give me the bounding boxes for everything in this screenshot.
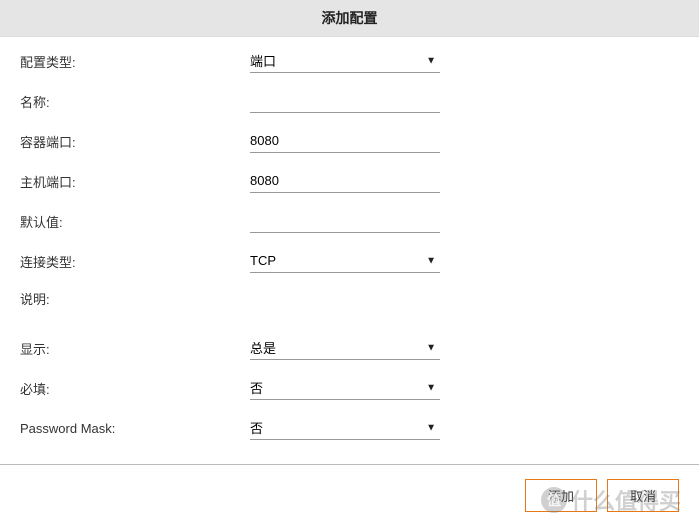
input-host-port[interactable]	[250, 169, 440, 193]
input-default-value[interactable]	[250, 209, 440, 233]
dialog-title: 添加配置	[0, 0, 699, 37]
input-host-port-wrap	[250, 169, 440, 193]
row-description: 说明:	[20, 289, 679, 308]
select-display-value[interactable]	[250, 336, 440, 360]
label-conn-type: 连接类型:	[20, 252, 250, 271]
label-display: 显示:	[20, 339, 250, 358]
label-config-type: 配置类型:	[20, 52, 250, 71]
dialog-body: 配置类型: ▼ 名称: 容器端口: 主机端口: 默认值:	[0, 37, 699, 464]
select-config-type[interactable]: ▼	[250, 49, 440, 73]
select-required-value[interactable]	[250, 376, 440, 400]
dialog-footer: 添加 取消	[0, 465, 699, 522]
row-default-value: 默认值:	[20, 209, 679, 233]
label-password-mask: Password Mask:	[20, 421, 250, 436]
select-required[interactable]: ▼	[250, 376, 440, 400]
select-display[interactable]: ▼	[250, 336, 440, 360]
input-name[interactable]	[250, 89, 440, 113]
label-required: 必填:	[20, 379, 250, 398]
label-description: 说明:	[20, 289, 250, 308]
input-name-wrap	[250, 89, 440, 113]
add-config-dialog: 添加配置 配置类型: ▼ 名称: 容器端口: 主机端口:	[0, 0, 699, 522]
add-button[interactable]: 添加	[525, 479, 597, 512]
row-display: 显示: ▼	[20, 336, 679, 360]
label-container-port: 容器端口:	[20, 132, 250, 151]
label-name: 名称:	[20, 92, 250, 111]
select-conn-type-value[interactable]	[250, 249, 440, 273]
select-config-type-value[interactable]	[250, 49, 440, 73]
label-default-value: 默认值:	[20, 212, 250, 231]
input-container-port-wrap	[250, 129, 440, 153]
row-conn-type: 连接类型: ▼	[20, 249, 679, 273]
row-host-port: 主机端口:	[20, 169, 679, 193]
label-host-port: 主机端口:	[20, 172, 250, 191]
cancel-button[interactable]: 取消	[607, 479, 679, 512]
row-config-type: 配置类型: ▼	[20, 49, 679, 73]
input-default-value-wrap	[250, 209, 440, 233]
row-password-mask: Password Mask: ▼	[20, 416, 679, 440]
select-password-mask-value[interactable]	[250, 416, 440, 440]
select-conn-type[interactable]: ▼	[250, 249, 440, 273]
input-container-port[interactable]	[250, 129, 440, 153]
select-password-mask[interactable]: ▼	[250, 416, 440, 440]
row-required: 必填: ▼	[20, 376, 679, 400]
row-container-port: 容器端口:	[20, 129, 679, 153]
row-name: 名称:	[20, 89, 679, 113]
